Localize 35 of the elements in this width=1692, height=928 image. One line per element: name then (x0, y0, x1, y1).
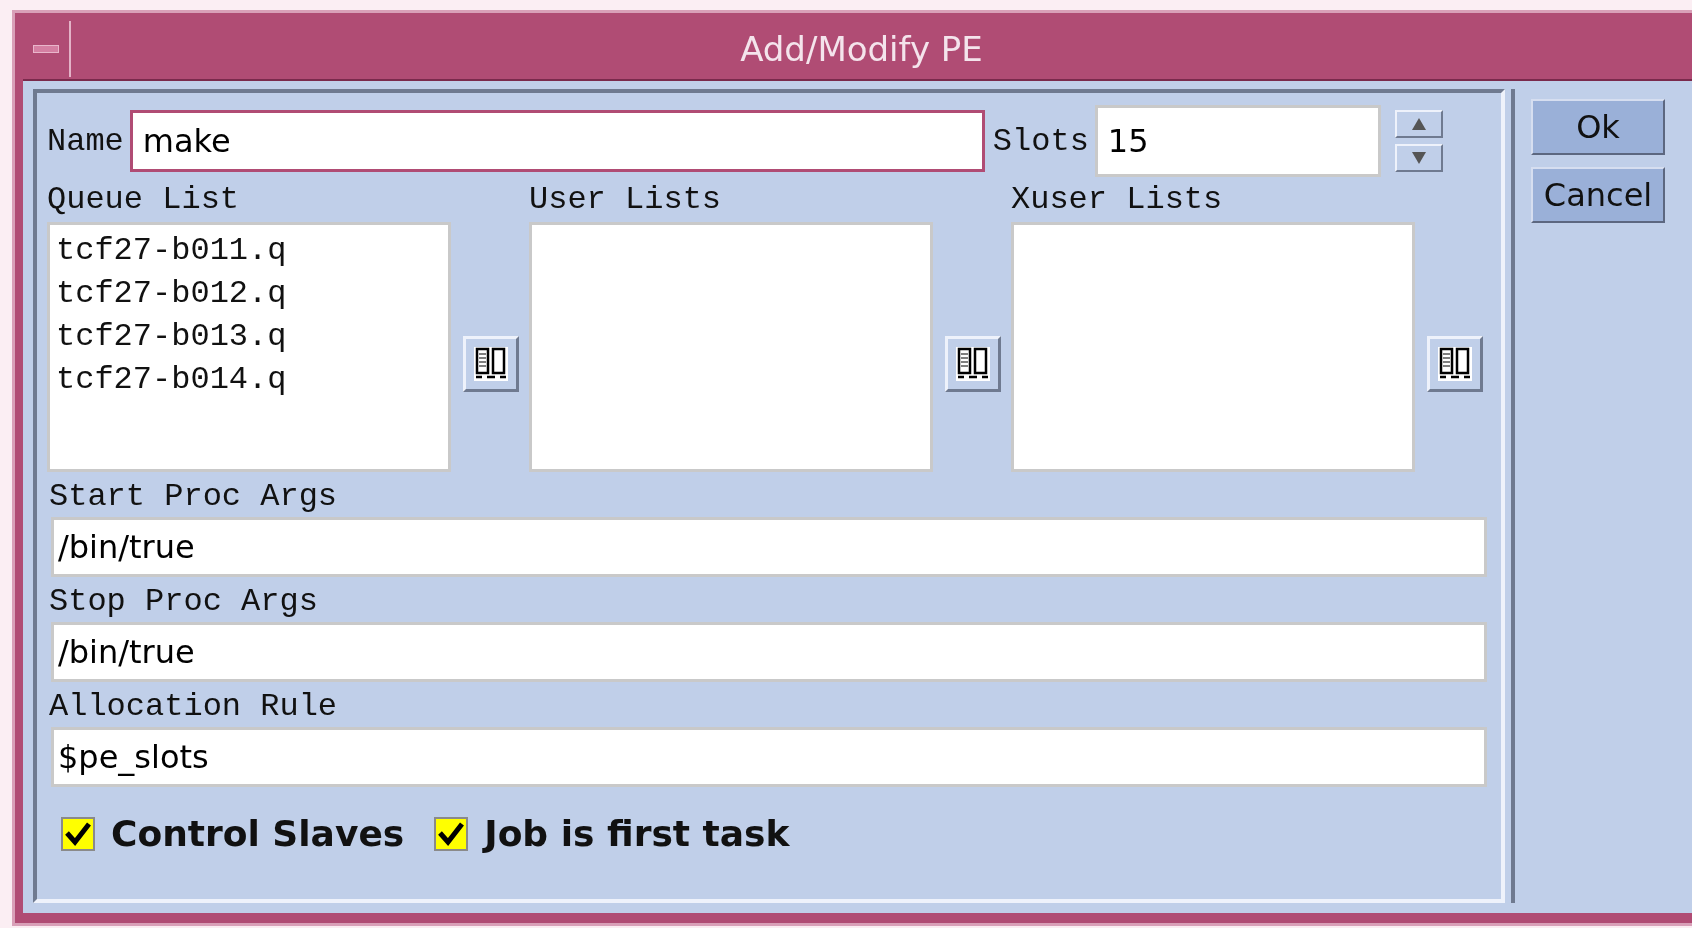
name-label: Name (47, 122, 124, 160)
slots-input[interactable]: 15 (1094, 105, 1381, 177)
field-label: Allocation Rule (49, 688, 339, 725)
columns-icon (471, 344, 511, 384)
list-item[interactable]: tcf27-b012.q (56, 272, 442, 315)
spin-up-button[interactable] (1394, 110, 1443, 138)
slots-label: Slots (992, 122, 1089, 160)
window-title: Add/Modify PE (739, 29, 984, 69)
list-edit-button[interactable] (1427, 336, 1483, 392)
columns-icon (1435, 344, 1475, 384)
checkbox-label: Control Slaves (111, 813, 405, 854)
list-box[interactable]: tcf27-b011.q tcf27-b012.q tcf27-b013.q tcf27-b014.q (47, 222, 451, 472)
list-edit-button[interactable] (463, 336, 519, 392)
down-triangle-icon (1410, 151, 1427, 165)
list-item[interactable]: tcf27-b013.q (56, 315, 442, 358)
field-label: Stop Proc Args (49, 583, 319, 620)
checkbox[interactable] (61, 816, 95, 851)
text-input[interactable]: /bin/true (51, 517, 1487, 577)
spin-down-button[interactable] (1394, 144, 1443, 172)
field-label: Start Proc Args (49, 478, 339, 515)
list-label: User Lists (529, 181, 723, 218)
list-item[interactable]: tcf27-b014.q (56, 358, 442, 401)
text-input[interactable]: $pe_slots (51, 727, 1487, 787)
list-item[interactable]: tcf27-b011.q (56, 229, 442, 272)
dialog-button[interactable]: Ok (1531, 99, 1665, 155)
list-label: Xuser Lists (1011, 181, 1224, 218)
checkbox-label: Job is first task (484, 813, 790, 854)
columns-icon (953, 344, 993, 384)
list-edit-button[interactable] (945, 336, 1001, 392)
up-triangle-icon (1410, 117, 1427, 131)
name-input[interactable]: make (129, 110, 985, 172)
text-input[interactable]: /bin/true (51, 622, 1487, 682)
dialog-button[interactable]: Cancel (1531, 167, 1665, 223)
list-label: Queue List (47, 181, 241, 218)
checkbox[interactable] (434, 816, 469, 851)
